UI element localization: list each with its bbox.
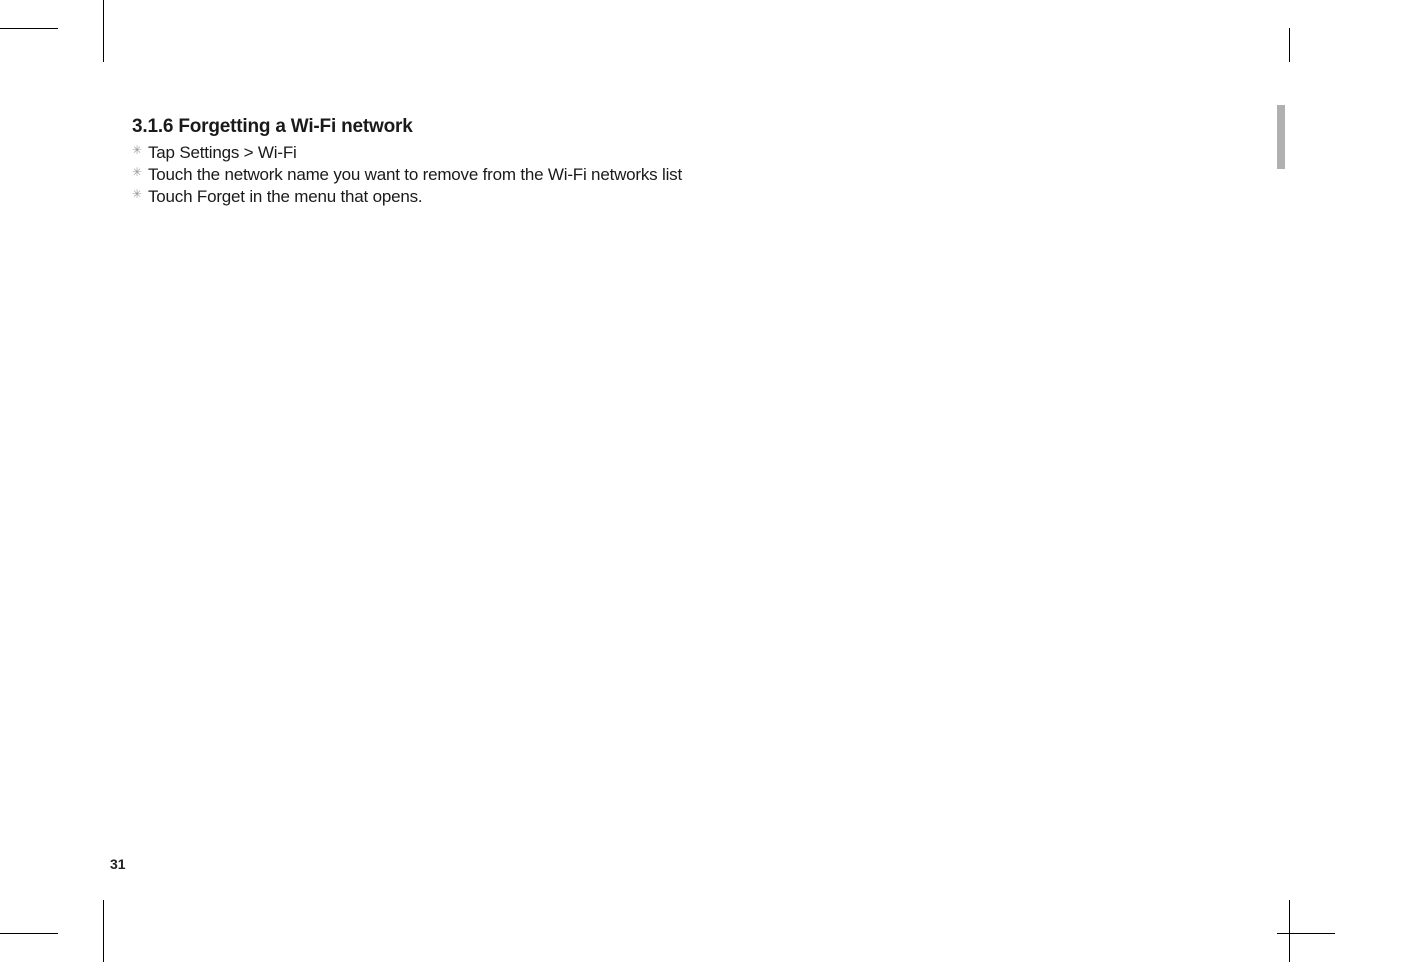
page-number: 31 — [110, 856, 126, 872]
crop-mark — [103, 0, 104, 62]
crop-mark — [0, 28, 58, 29]
section-heading: 3.1.6 Forgetting a Wi-Fi network — [132, 116, 1152, 138]
page-tab-marker — [1277, 105, 1285, 169]
bullet-icon — [132, 146, 145, 159]
bullet-icon — [132, 168, 145, 181]
crop-mark — [1289, 900, 1290, 962]
instruction-step: Tap Settings > Wi-Fi — [132, 142, 1152, 164]
instruction-step: Touch Forget in the menu that opens. — [132, 186, 1152, 208]
crop-mark — [1289, 28, 1290, 62]
page-content: 3.1.6 Forgetting a Wi-Fi network Tap Set… — [132, 116, 1152, 208]
step-text: Tap Settings > Wi-Fi — [148, 142, 297, 164]
crop-mark — [1277, 933, 1335, 934]
bullet-icon — [132, 190, 145, 203]
step-text: Touch the network name you want to remov… — [148, 164, 682, 186]
crop-mark — [0, 933, 58, 934]
step-text: Touch Forget in the menu that opens. — [148, 186, 422, 208]
crop-mark — [103, 900, 104, 962]
instruction-step: Touch the network name you want to remov… — [132, 164, 1152, 186]
